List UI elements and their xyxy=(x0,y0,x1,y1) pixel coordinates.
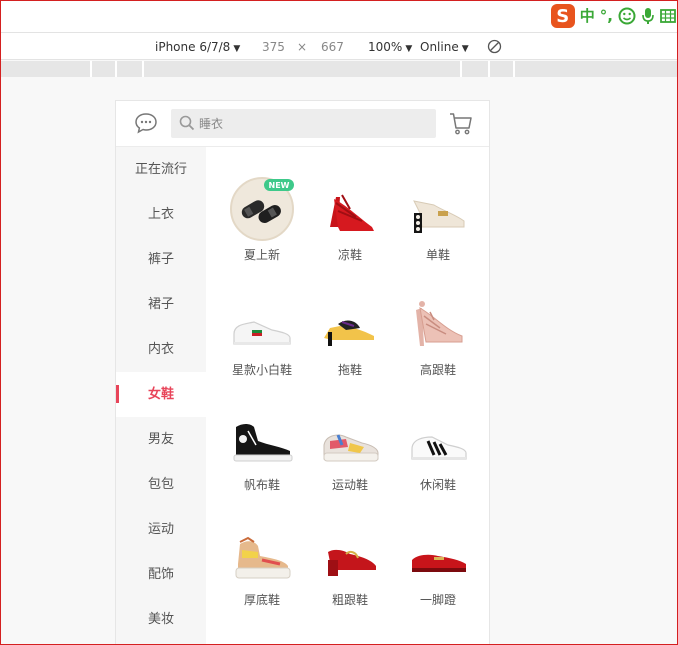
ruler-separator xyxy=(142,61,144,77)
category-label: 厚底鞋 xyxy=(243,593,280,607)
category-label: 单鞋 xyxy=(425,248,450,262)
sidebar-item[interactable]: 运动 xyxy=(116,507,206,552)
category-item[interactable]: 运动鞋 xyxy=(308,395,392,505)
sidebar-item[interactable]: 内衣 xyxy=(116,327,206,372)
red-loafer-icon xyxy=(412,554,466,572)
category-label: 帆布鞋 xyxy=(243,478,280,492)
category-label: 凉鞋 xyxy=(337,248,362,262)
category-item[interactable]: 一脚蹬 xyxy=(396,510,480,620)
chunky-sneaker-icon xyxy=(323,434,379,462)
ruler-separator xyxy=(90,61,92,77)
ruler-separator xyxy=(115,61,117,77)
rotate-icon[interactable] xyxy=(487,39,502,57)
ruler-bar xyxy=(0,61,678,77)
ruler-separator xyxy=(460,61,462,77)
ruler-separator xyxy=(513,61,515,77)
category-item[interactable]: 厚底鞋 xyxy=(220,510,304,620)
search-icon xyxy=(179,115,195,135)
category-item[interactable]: 帆布鞋 xyxy=(220,395,304,505)
category-label: 运动鞋 xyxy=(331,478,368,492)
category-grid: NEW 夏上新 凉鞋 单鞋 星款小白鞋 拖鞋 高跟鞋 帆布鞋 运动鞋 休闲鞋 厚… xyxy=(206,147,489,645)
device-select[interactable]: iPhone 6/7/8 ▼ xyxy=(155,39,240,57)
canvas-hightop-icon xyxy=(233,424,293,462)
width-input[interactable]: 375 xyxy=(262,39,285,55)
microphone-icon[interactable] xyxy=(641,7,655,25)
sidebar-item[interactable]: 配饰 xyxy=(116,552,206,597)
device-select-label: iPhone 6/7/8 xyxy=(155,40,231,54)
dimension-separator: × xyxy=(297,40,308,54)
category-item[interactable]: 星款小白鞋 xyxy=(220,280,304,390)
zoom-select-label: 100% xyxy=(368,40,403,54)
ime-toolbar: S 中 °, xyxy=(550,4,676,28)
pearl-heel-loafer-icon xyxy=(413,200,465,233)
sandals-new-icon: NEW xyxy=(230,177,294,241)
mule-slipper-icon xyxy=(324,320,374,346)
new-badge: NEW xyxy=(269,181,290,190)
ime-language-toggle[interactable]: 中 xyxy=(580,8,595,24)
chevron-down-icon: ▼ xyxy=(461,44,469,54)
network-select[interactable]: Online ▼ xyxy=(420,39,469,57)
category-label: 拖鞋 xyxy=(337,363,362,377)
search-box[interactable] xyxy=(171,109,436,138)
phone-viewport: 正在流行 上衣 裤子 裙子 内衣 女鞋 男友 包包 运动 配饰 美妆 NEW 夏… xyxy=(115,100,490,645)
sidebar-item[interactable]: 裙子 xyxy=(116,282,206,327)
sidebar-item[interactable]: 正在流行 xyxy=(116,147,206,192)
zoom-select[interactable]: 100% ▼ xyxy=(368,39,412,57)
category-item[interactable]: 单鞋 xyxy=(396,165,480,275)
category-sidebar: 正在流行 上衣 裤子 裙子 内衣 女鞋 男友 包包 运动 配饰 美妆 xyxy=(116,147,206,645)
red-block-heel-icon xyxy=(328,549,376,576)
top-strip: S 中 °, xyxy=(0,0,678,32)
sidebar-item-active[interactable]: 女鞋 xyxy=(116,372,206,417)
keyboard-icon[interactable] xyxy=(660,7,676,25)
chevron-down-icon: ▼ xyxy=(405,44,413,54)
chevron-down-icon: ▼ xyxy=(233,44,241,54)
category-item[interactable]: 粗跟鞋 xyxy=(308,510,392,620)
cart-icon[interactable] xyxy=(449,112,473,140)
striped-sneaker-icon xyxy=(411,436,467,460)
search-input[interactable] xyxy=(199,109,429,138)
category-item[interactable]: 凉鞋 xyxy=(308,165,392,275)
category-item[interactable]: 拖鞋 xyxy=(308,280,392,390)
sidebar-item[interactable]: 男友 xyxy=(116,417,206,462)
category-label: 夏上新 xyxy=(243,248,280,262)
height-input[interactable]: 667 xyxy=(321,39,344,55)
sidebar-item[interactable]: 美妆 xyxy=(116,597,206,642)
category-label: 休闲鞋 xyxy=(419,478,456,492)
category-item[interactable]: 高跟鞋 xyxy=(396,280,480,390)
white-sneaker-icon xyxy=(233,321,291,345)
category-label: 一脚蹬 xyxy=(419,593,456,607)
ruler-separator xyxy=(488,61,490,77)
category-item[interactable]: NEW 夏上新 xyxy=(220,165,304,275)
sidebar-item[interactable]: 上衣 xyxy=(116,192,206,237)
category-item[interactable]: 休闲鞋 xyxy=(396,395,480,505)
red-strappy-heel-icon xyxy=(330,194,374,231)
category-label: 星款小白鞋 xyxy=(231,363,292,377)
smiley-icon[interactable] xyxy=(618,7,636,25)
platform-sneaker-icon xyxy=(235,536,291,579)
category-label: 粗跟鞋 xyxy=(331,593,368,607)
pink-lace-heel-icon xyxy=(416,301,463,346)
ime-logo[interactable]: S xyxy=(550,4,575,28)
search-header xyxy=(116,101,489,147)
sidebar-item[interactable]: 裤子 xyxy=(116,237,206,282)
network-select-label: Online xyxy=(420,40,459,54)
sidebar-item[interactable]: 包包 xyxy=(116,462,206,507)
device-toolbar: iPhone 6/7/8 ▼ 375 × 667 100% ▼ Online ▼ xyxy=(0,32,678,60)
category-label: 高跟鞋 xyxy=(419,363,456,377)
ime-punctuation-toggle[interactable]: °, xyxy=(600,8,613,24)
message-icon[interactable] xyxy=(134,112,158,138)
